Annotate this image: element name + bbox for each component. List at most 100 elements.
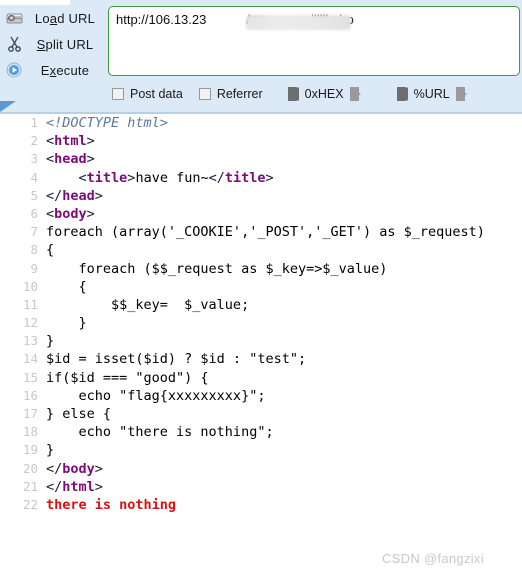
line-source: } xyxy=(46,441,54,459)
line-source: foreach ($$_request as $_key=>$_value) xyxy=(46,260,388,278)
hackbar-toolbar: Load URL Split URL Execute http://106.13.2… xyxy=(0,0,522,114)
line-number: 5 xyxy=(30,187,38,203)
line-number: 7 xyxy=(30,224,38,240)
line-source: } else { xyxy=(46,405,111,423)
line-number: 18 xyxy=(22,424,38,440)
line-number: 20 xyxy=(22,460,38,476)
toolbar-options-row: Post data Referrer 0xHEX %URL xyxy=(112,83,476,105)
code-line: 3 <head> xyxy=(0,150,522,168)
line-number: 10 xyxy=(22,278,38,294)
line-source: echo "flag{xxxxxxxxx}"; xyxy=(46,387,266,405)
line-source: } xyxy=(46,314,87,332)
post-data-checkbox[interactable]: Post data xyxy=(112,87,183,101)
code-line: 21 </html> xyxy=(0,478,522,496)
load-url-label: Load URL xyxy=(34,10,96,26)
line-number: 8 xyxy=(30,242,38,258)
line-source: <title>have fun~</title> xyxy=(46,169,274,187)
execute-label: Execute xyxy=(40,62,90,78)
code-line: 16 echo "flag{xxxxxxxxx}"; xyxy=(0,387,522,405)
arrow-left-icon[interactable] xyxy=(279,87,299,101)
code-token: title xyxy=(86,169,128,186)
referrer-checkbox-box[interactable] xyxy=(198,88,211,100)
referrer-checkbox[interactable]: Referrer xyxy=(198,87,263,101)
code-token: $id = isset($id) ? $id : "test"; xyxy=(46,351,307,368)
code-line: 20 </body> xyxy=(0,460,522,478)
split-url-button[interactable]: Split URL xyxy=(0,31,106,57)
code-line: 4 <title>have fun~</title> xyxy=(0,169,522,187)
code-line: 12 } xyxy=(0,314,522,332)
arrow-right-icon[interactable] xyxy=(455,87,476,101)
code-token: head xyxy=(54,151,87,168)
code-token: <!DOCTYPE html> xyxy=(46,115,168,131)
arrow-right-icon[interactable] xyxy=(349,87,370,101)
line-source: <body> xyxy=(46,205,95,223)
code-token: < xyxy=(46,151,55,168)
code-line: 2 <html> xyxy=(0,132,522,150)
execute-button[interactable]: Execute xyxy=(0,57,106,83)
post-data-checkbox-box[interactable] xyxy=(112,88,124,100)
line-number: 6 xyxy=(30,205,38,221)
line-source: if($id === "good") { xyxy=(46,369,209,387)
hex-label: 0xHEX xyxy=(304,87,344,101)
line-number: 9 xyxy=(30,260,38,276)
command-list: Load URL Split URL Execute xyxy=(0,5,106,83)
code-line: 13} xyxy=(0,332,522,350)
code-line: 22 there is nothing xyxy=(0,496,522,514)
line-source: $$_key= $_value; xyxy=(46,296,249,314)
line-source: foreach (array('_COOKIE','_POST','_GET')… xyxy=(46,223,485,241)
code-token: echo "flag{xxxxxxxxx}"; xyxy=(46,387,266,404)
line-source: echo "there is nothing"; xyxy=(46,423,274,441)
line-number: 17 xyxy=(22,406,38,421)
code-line: 8{ xyxy=(0,241,522,259)
line-number: 14 xyxy=(22,351,38,367)
code-line: 5 </head> xyxy=(0,187,522,205)
referrer-label: Referrer xyxy=(216,87,263,101)
line-number: 19 xyxy=(22,442,38,458)
code-token: html xyxy=(62,478,95,495)
line-number: 13 xyxy=(22,333,38,349)
line-source: <head> xyxy=(46,150,95,168)
line-source: </head> xyxy=(46,187,103,205)
code-token: > xyxy=(94,478,103,495)
code-line: 6 <body> xyxy=(0,205,522,223)
code-token: echo "there is nothing"; xyxy=(46,424,274,441)
code-line: 11 $$_key= $_value; xyxy=(0,296,522,314)
line-number: 22 xyxy=(22,496,38,512)
line-number: 3 xyxy=(30,151,38,167)
play-icon[interactable] xyxy=(0,62,28,78)
code-token: if($id === "good") { xyxy=(46,369,209,386)
disk-icon[interactable] xyxy=(0,11,28,26)
code-token: have fun~ xyxy=(135,169,209,186)
line-number: 21 xyxy=(22,478,38,494)
code-line: 9 foreach ($$_request as $_key=>$_value) xyxy=(0,260,522,278)
hex-converter-control[interactable]: 0xHEX xyxy=(279,87,370,101)
load-url-button[interactable]: Load URL xyxy=(0,5,106,31)
line-source: { xyxy=(46,278,87,296)
code-token: foreach (array('_COOKIE','_POST','_GET')… xyxy=(46,224,485,241)
code-token: head xyxy=(62,187,95,204)
code-token: { xyxy=(46,278,87,295)
code-line: 18 echo "there is nothing"; xyxy=(0,423,522,441)
line-number: 4 xyxy=(30,169,38,185)
url-input[interactable]: http://106.13.23 /tttttqqqqqqllllll.php xyxy=(108,6,520,76)
line-number: 16 xyxy=(22,387,38,403)
code-token: } else { xyxy=(46,406,112,422)
code-token: body xyxy=(54,205,87,222)
line-number: 1 xyxy=(30,115,38,130)
code-line: 1 <!DOCTYPE html> xyxy=(0,114,522,132)
url-redaction-blur xyxy=(246,15,351,30)
code-token: } xyxy=(46,442,55,459)
line-source: <html> xyxy=(46,132,95,150)
scissors-icon[interactable] xyxy=(0,36,28,52)
code-token: </ xyxy=(46,478,63,495)
corner-accent-triangle xyxy=(0,101,16,112)
url-encoder-control[interactable]: %URL xyxy=(388,87,476,101)
arrow-left-icon[interactable] xyxy=(388,87,408,101)
line-number: 2 xyxy=(30,133,38,149)
post-data-label: Post data xyxy=(130,87,183,101)
code-token: title xyxy=(224,169,266,186)
line-number: 11 xyxy=(22,296,38,312)
code-token: there is nothing xyxy=(46,496,177,513)
code-token: </ xyxy=(208,169,225,186)
